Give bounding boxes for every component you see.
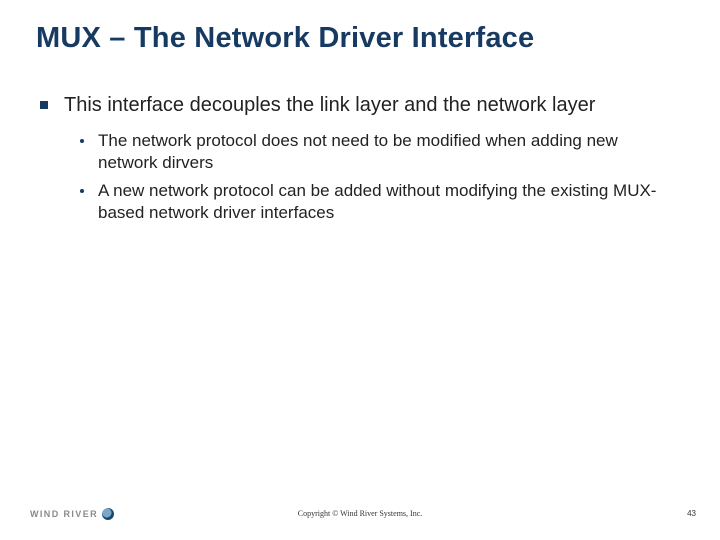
sub-bullet-text: A new network protocol can be added with… [98,180,668,224]
sub-bullet-text: The network protocol does not need to be… [98,130,668,174]
page-number: 43 [687,509,696,518]
dot-bullet-icon [80,139,84,143]
slide: MUX – The Network Driver Interface This … [0,0,720,540]
slide-body: This interface decouples the link layer … [40,92,668,230]
bullet-level2: The network protocol does not need to be… [80,130,668,174]
dot-bullet-icon [80,189,84,193]
square-bullet-icon [40,101,48,109]
bullet-level2: A new network protocol can be added with… [80,180,668,224]
sub-bullets: The network protocol does not need to be… [80,130,668,224]
bullet-level1: This interface decouples the link layer … [40,92,668,118]
bullet-text: This interface decouples the link layer … [64,92,595,118]
slide-title: MUX – The Network Driver Interface [36,22,684,55]
copyright-text: Copyright © Wind River Systems, Inc. [0,509,720,518]
